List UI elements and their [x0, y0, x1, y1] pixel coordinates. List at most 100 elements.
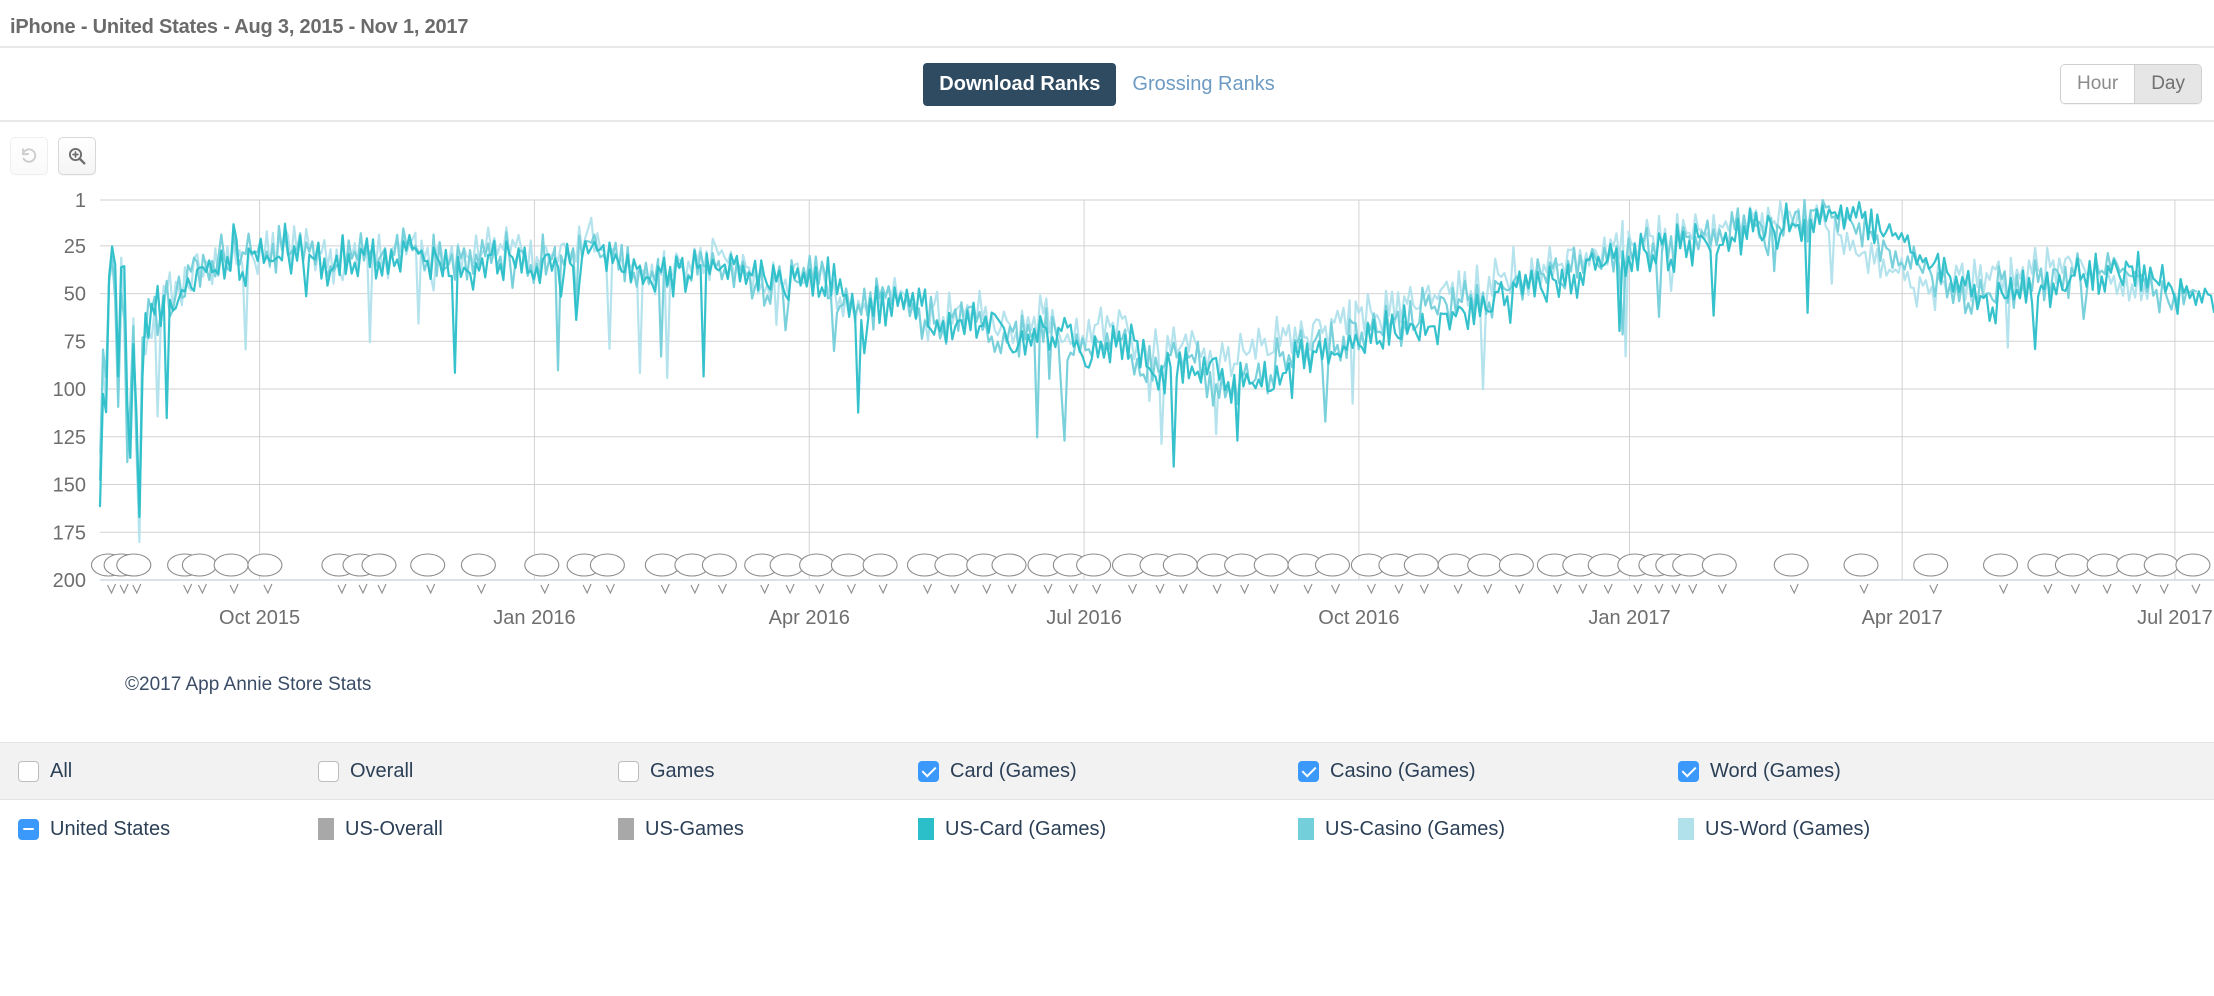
speech-bubble-icon — [862, 553, 898, 595]
x-axis-tick-label: Jan 2016 — [493, 607, 575, 629]
annotation-marker[interactable] — [1224, 553, 1260, 595]
checkbox-card-games[interactable] — [918, 760, 939, 782]
checkbox-games[interactable] — [618, 760, 639, 782]
y-axis-tick-label: 200 — [53, 570, 86, 592]
swatch-us-games — [618, 818, 634, 840]
rank-chart-svg[interactable]: 1255075100125150175200 Oct 2015 Jan 2016 A… — [0, 182, 2214, 742]
annotation-marker[interactable] — [2054, 553, 2090, 595]
y-axis-tick-label: 75 — [64, 331, 86, 353]
speech-bubble-icon — [1224, 553, 1260, 595]
y-axis-labels: 1255075100125150175200 — [53, 190, 86, 592]
annotation-marker[interactable] — [1076, 553, 1112, 595]
speech-bubble-icon — [934, 553, 970, 595]
annotation-marker[interactable] — [1498, 553, 1534, 595]
speech-bubble-icon — [991, 553, 1027, 595]
legend-series-us-overall[interactable]: US-Overall — [318, 817, 618, 841]
y-axis-tick-label: 100 — [53, 379, 86, 401]
legend-series-us-games[interactable]: US-Games — [618, 817, 918, 841]
swatch-us-casino-games — [1298, 818, 1314, 840]
annotation-marker[interactable] — [934, 553, 970, 595]
reset-zoom-button[interactable] — [10, 137, 48, 175]
legend-country-united-states[interactable]: United States — [18, 817, 318, 841]
chart-annotation-markers[interactable] — [90, 553, 2211, 595]
annotation-marker[interactable] — [2175, 553, 2211, 595]
annotation-marker[interactable] — [1773, 553, 1809, 595]
annotation-marker[interactable] — [2143, 553, 2179, 595]
tab-grossing-ranks[interactable]: Grossing Ranks — [1116, 63, 1290, 106]
speech-bubble-icon — [1076, 553, 1112, 595]
speech-bubble-icon — [1587, 553, 1623, 595]
speech-bubble-icon — [1843, 553, 1879, 595]
x-axis-labels: Oct 2015 Jan 2016 Apr 2016 Jul 2016 Oct 2016… — [219, 607, 2213, 629]
speech-bubble-icon — [1437, 553, 1473, 595]
annotation-marker[interactable] — [799, 553, 835, 595]
annotation-marker[interactable] — [524, 553, 560, 595]
checkbox-casino-games[interactable] — [1298, 760, 1319, 782]
annotation-marker[interactable] — [830, 553, 866, 595]
annotation-marker[interactable] — [361, 553, 397, 595]
speech-bubble-icon — [460, 553, 496, 595]
annotation-marker[interactable] — [410, 553, 446, 595]
granularity-day-button[interactable]: Day — [2134, 65, 2201, 103]
checkbox-overall[interactable] — [318, 760, 339, 782]
rank-chart[interactable]: 1 25 50 75 100 125 150 175 200 Oct 2015 Jan 2016 A… — [0, 182, 2214, 742]
annotation-marker[interactable] — [1253, 553, 1289, 595]
annotation-marker[interactable] — [1701, 553, 1737, 595]
annotation-marker[interactable] — [862, 553, 898, 595]
annotation-marker[interactable] — [1162, 553, 1198, 595]
rank-type-tabs: Download Ranks Grossing Ranks — [923, 62, 1290, 106]
annotation-marker[interactable] — [213, 553, 249, 595]
annotation-marker[interactable] — [769, 553, 805, 595]
speech-bubble-icon — [524, 553, 560, 595]
legend-series-us-card-games[interactable]: US-Card (Games) — [918, 817, 1298, 841]
annotation-marker[interactable] — [247, 553, 283, 595]
speech-bubble-icon — [1162, 553, 1198, 595]
zoom-in-button[interactable] — [58, 137, 96, 175]
filter-casino-games[interactable]: Casino (Games) — [1298, 759, 1678, 783]
annotation-marker[interactable] — [1314, 553, 1351, 595]
y-axis-tick-label: 150 — [53, 475, 86, 497]
annotation-marker[interactable] — [1982, 553, 2019, 595]
swatch-us-overall — [318, 818, 334, 840]
annotation-marker[interactable] — [1587, 553, 1623, 595]
annotation-marker[interactable] — [1437, 553, 1473, 595]
checkbox-word-games[interactable] — [1678, 760, 1699, 782]
speech-bubble-icon — [589, 553, 625, 595]
annotation-marker[interactable] — [1403, 553, 1439, 595]
granularity-hour-button[interactable]: Hour — [2061, 65, 2135, 103]
tab-bar: Download Ranks Grossing Ranks Hour Day — [0, 48, 2214, 120]
x-axis-tick-label: Jul 2016 — [1046, 607, 1122, 629]
filter-card-games-label: Card (Games) — [950, 760, 1077, 782]
chart-series-lines — [98, 198, 2214, 544]
annotation-marker[interactable] — [644, 553, 680, 595]
legend-series-us-casino-games[interactable]: US-Casino (Games) — [1298, 817, 1678, 841]
category-filter-row: All Overall Games Card (Games) Casino (G… — [0, 742, 2214, 800]
speech-bubble-icon — [2143, 553, 2179, 595]
tab-download-ranks[interactable]: Download Ranks — [923, 62, 1117, 106]
speech-bubble-icon — [644, 553, 680, 595]
y-axis-tick-label: 175 — [53, 522, 86, 544]
speech-bubble-icon — [1467, 553, 1503, 595]
filter-card-games[interactable]: Card (Games) — [918, 759, 1298, 783]
annotation-marker[interactable] — [701, 553, 737, 595]
annotation-marker[interactable] — [589, 553, 625, 595]
annotation-marker[interactable] — [2086, 553, 2122, 595]
filter-games-label: Games — [650, 760, 715, 782]
annotation-marker[interactable] — [460, 553, 496, 595]
filter-games[interactable]: Games — [618, 759, 918, 783]
annotation-marker[interactable] — [991, 553, 1027, 595]
speech-bubble-icon — [1701, 553, 1737, 595]
speech-bubble-icon — [2086, 553, 2122, 595]
filter-word-games[interactable]: Word (Games) — [1678, 759, 1841, 783]
filter-overall[interactable]: Overall — [318, 759, 618, 783]
legend-series-us-word-games[interactable]: US-Word (Games) — [1678, 817, 1870, 841]
speech-bubble-icon — [1982, 553, 2019, 595]
legend-country-label: United States — [50, 818, 171, 840]
checkbox-united-states[interactable] — [18, 818, 39, 840]
annotation-marker[interactable] — [1843, 553, 1879, 595]
filter-all[interactable]: All — [18, 759, 318, 783]
annotation-marker[interactable] — [1913, 553, 1949, 595]
checkbox-all[interactable] — [18, 760, 39, 782]
speech-bubble-icon — [1403, 553, 1439, 595]
annotation-marker[interactable] — [1467, 553, 1503, 595]
